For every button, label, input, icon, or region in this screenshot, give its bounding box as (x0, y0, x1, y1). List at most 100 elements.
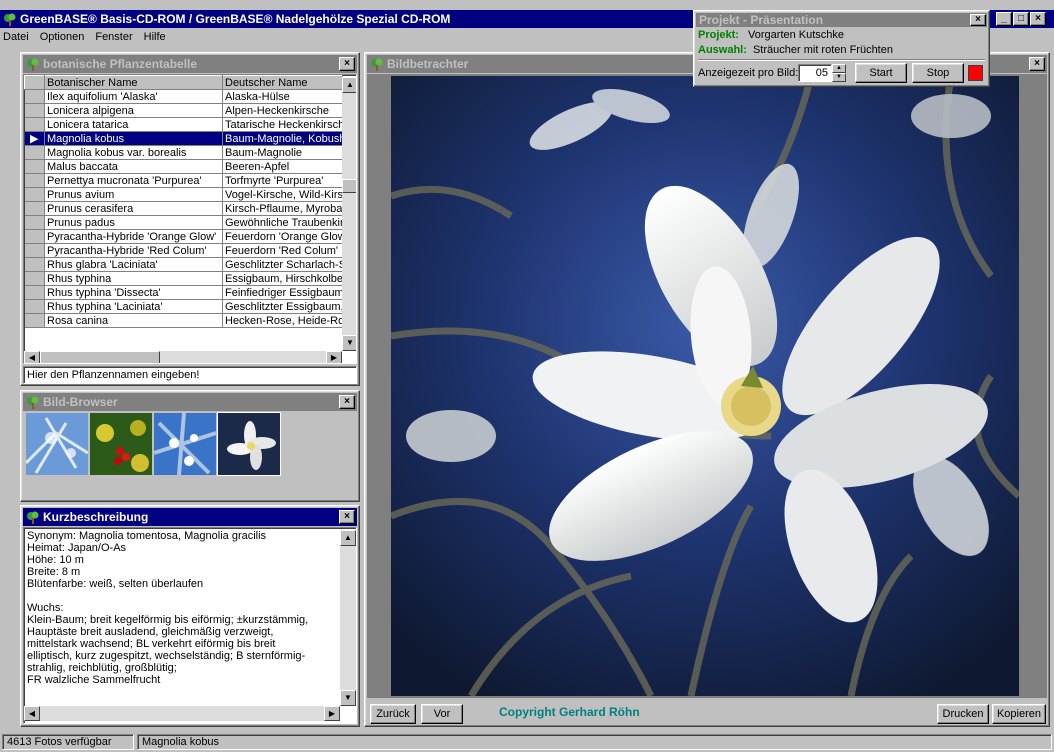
cell-german-name[interactable]: Gewöhnliche Traubenkir (222, 215, 343, 230)
spin-down-icon[interactable]: ▼ (832, 73, 846, 82)
cell-german-name[interactable]: Hecken-Rose, Heide-Ro (222, 313, 343, 328)
cell-german-name[interactable]: Baum-Magnolie (222, 145, 343, 160)
cell-botanical-name[interactable]: Lonicera tatarica (44, 117, 223, 132)
scroll-left-icon[interactable]: ◀ (24, 351, 40, 363)
cell-botanical-name[interactable]: Rhus typhina 'Laciniata' (44, 299, 223, 314)
table-row[interactable]: Rhus typhina 'Dissecta' Feinfiedriger Ess… (24, 285, 343, 300)
cell-german-name[interactable]: Essigbaum, Hirschkolber (222, 271, 343, 286)
row-indicator[interactable] (24, 243, 45, 258)
app-close-icon[interactable]: × (1030, 12, 1046, 26)
row-indicator[interactable] (24, 299, 45, 314)
cell-german-name[interactable]: Geschlitzter Scharlach-S (222, 257, 343, 272)
scroll-left-icon[interactable]: ◀ (24, 706, 40, 721)
row-indicator[interactable] (24, 285, 45, 300)
cell-botanical-name[interactable]: Prunus cerasifera (44, 201, 223, 216)
cell-german-name[interactable]: Tatarische Heckenkirsch (222, 117, 343, 132)
scroll-down-icon[interactable]: ▼ (342, 335, 356, 351)
row-indicator[interactable] (24, 257, 45, 272)
plant-table-close-icon[interactable]: × (339, 57, 355, 71)
table-row[interactable]: Pernettya mucronata 'Purpurea' Torfmyrte … (24, 173, 343, 188)
thumbnail-red-berries[interactable] (90, 413, 152, 475)
menu-fenster[interactable]: Fenster (95, 31, 132, 43)
cell-botanical-name[interactable]: Ilex aquifolium 'Alaska' (44, 89, 223, 104)
cell-botanical-name[interactable]: Malus baccata (44, 159, 223, 174)
cell-german-name[interactable]: Alaska-Hülse (222, 89, 343, 104)
description-hscrollbar[interactable]: ◀ ▶ (24, 706, 340, 721)
cell-botanical-name[interactable]: Pernettya mucronata 'Purpurea' (44, 173, 223, 188)
cell-botanical-name[interactable]: Rosa canina (44, 313, 223, 328)
table-row[interactable]: Rhus typhina Essigbaum, Hirschkolber (24, 271, 343, 286)
row-indicator[interactable]: ▶ (24, 131, 45, 146)
app-minimize-icon[interactable]: _ (996, 12, 1012, 26)
row-indicator[interactable] (24, 187, 45, 202)
cell-botanical-name[interactable]: Lonicera alpigena (44, 103, 223, 118)
scroll-up-icon[interactable]: ▲ (340, 530, 356, 546)
thumbnail-white-blossom-branches[interactable] (154, 413, 216, 475)
back-button[interactable]: Zurück (370, 704, 416, 724)
row-indicator[interactable] (24, 159, 45, 174)
cell-german-name[interactable]: Feuerdorn 'Red Colum' (222, 243, 343, 258)
table-row[interactable]: Rhus typhina 'Laciniata' Geschlitzter Ess… (24, 299, 343, 314)
image-viewer-close-icon[interactable]: × (1029, 57, 1045, 71)
start-button[interactable]: Start (855, 63, 907, 83)
table-row[interactable]: Malus baccata Beeren-Apfel (24, 159, 343, 174)
cell-german-name[interactable]: Feinfiedriger Essigbaum, (222, 285, 343, 300)
cell-german-name[interactable]: Geschlitzter Essigbaum, | (222, 299, 343, 314)
presentation-close-icon[interactable]: × (970, 14, 986, 26)
column-header-botanical[interactable]: Botanischer Name (44, 75, 223, 90)
table-row[interactable]: Lonicera alpigena Alpen-Heckenkirsche (24, 103, 343, 118)
cell-german-name[interactable]: Baum-Magnolie, Kobushi (222, 131, 343, 146)
table-row[interactable]: Ilex aquifolium 'Alaska' Alaska-Hülse (24, 89, 343, 104)
row-indicator[interactable] (24, 117, 45, 132)
thumbnail-magnolia-flower[interactable] (217, 412, 281, 476)
cell-botanical-name[interactable]: Rhus glabra 'Laciniata' (44, 257, 223, 272)
row-indicator[interactable] (24, 173, 45, 188)
scroll-down-icon[interactable]: ▼ (340, 690, 356, 706)
row-indicator[interactable] (24, 313, 45, 328)
table-row[interactable]: Prunus avium Vogel-Kirsche, Wild-Kirsc (24, 187, 343, 202)
row-indicator[interactable] (24, 271, 45, 286)
cell-german-name[interactable]: Kirsch-Pflaume, Myrobala (222, 201, 343, 216)
row-indicator[interactable] (24, 89, 45, 104)
table-row[interactable]: Magnolia kobus var. borealis Baum-Magnoli… (24, 145, 343, 160)
cell-german-name[interactable]: Vogel-Kirsche, Wild-Kirsc (222, 187, 343, 202)
cell-botanical-name[interactable]: Rhus typhina (44, 271, 223, 286)
stop-button[interactable]: Stop (912, 63, 964, 83)
row-indicator[interactable] (24, 145, 45, 160)
forward-button[interactable]: Vor (421, 704, 463, 724)
thumbnail-blue-sky-branches[interactable] (26, 413, 88, 475)
cell-botanical-name[interactable]: Magnolia kobus var. borealis (44, 145, 223, 160)
row-indicator[interactable] (24, 215, 45, 230)
scroll-right-icon[interactable]: ▶ (326, 351, 342, 363)
table-row[interactable]: Rosa canina Hecken-Rose, Heide-Ro (24, 313, 343, 328)
table-row[interactable]: Prunus cerasifera Kirsch-Pflaume, Myrobal… (24, 201, 343, 216)
row-indicator[interactable] (24, 201, 45, 216)
time-value-input[interactable]: 05 (816, 67, 828, 79)
scroll-hthumb[interactable] (40, 351, 160, 363)
table-row[interactable]: Prunus padus Gewöhnliche Traubenkir (24, 215, 343, 230)
menu-hilfe[interactable]: Hilfe (144, 31, 166, 43)
menu-optionen[interactable]: Optionen (40, 31, 85, 43)
cell-german-name[interactable]: Alpen-Heckenkirsche (222, 103, 343, 118)
plant-grid-vscrollbar[interactable]: ▲ ▼ (342, 77, 356, 351)
scroll-up-icon[interactable]: ▲ (342, 77, 356, 93)
menu-datei[interactable]: Datei (3, 31, 29, 43)
plant-search-input[interactable]: Hier den Pflanzennamen eingeben! (27, 369, 199, 381)
cell-botanical-name[interactable]: Pyracantha-Hybride 'Red Colum' (44, 243, 223, 258)
cell-botanical-name[interactable]: Magnolia kobus (44, 131, 223, 146)
app-maximize-icon[interactable]: □ (1013, 12, 1029, 26)
print-button[interactable]: Drucken (937, 704, 989, 724)
image-browser-close-icon[interactable]: × (339, 395, 355, 409)
cell-botanical-name[interactable]: Prunus avium (44, 187, 223, 202)
table-row[interactable]: Pyracantha-Hybride 'Red Colum' Feuerdorn … (24, 243, 343, 258)
cell-botanical-name[interactable]: Prunus padus (44, 215, 223, 230)
time-spinner[interactable]: ▲ ▼ (832, 64, 846, 82)
cell-german-name[interactable]: Torfmyrte 'Purpurea' (222, 173, 343, 188)
cell-botanical-name[interactable]: Pyracantha-Hybride 'Orange Glow' (44, 229, 223, 244)
copy-button[interactable]: Kopieren (992, 704, 1046, 724)
scroll-thumb[interactable] (342, 179, 356, 193)
spin-up-icon[interactable]: ▲ (832, 64, 846, 73)
scroll-right-icon[interactable]: ▶ (324, 706, 340, 721)
cell-german-name[interactable]: Feuerdorn 'Orange Glow' (222, 229, 343, 244)
table-row[interactable]: Lonicera tatarica Tatarische Heckenkirsch (24, 117, 343, 132)
